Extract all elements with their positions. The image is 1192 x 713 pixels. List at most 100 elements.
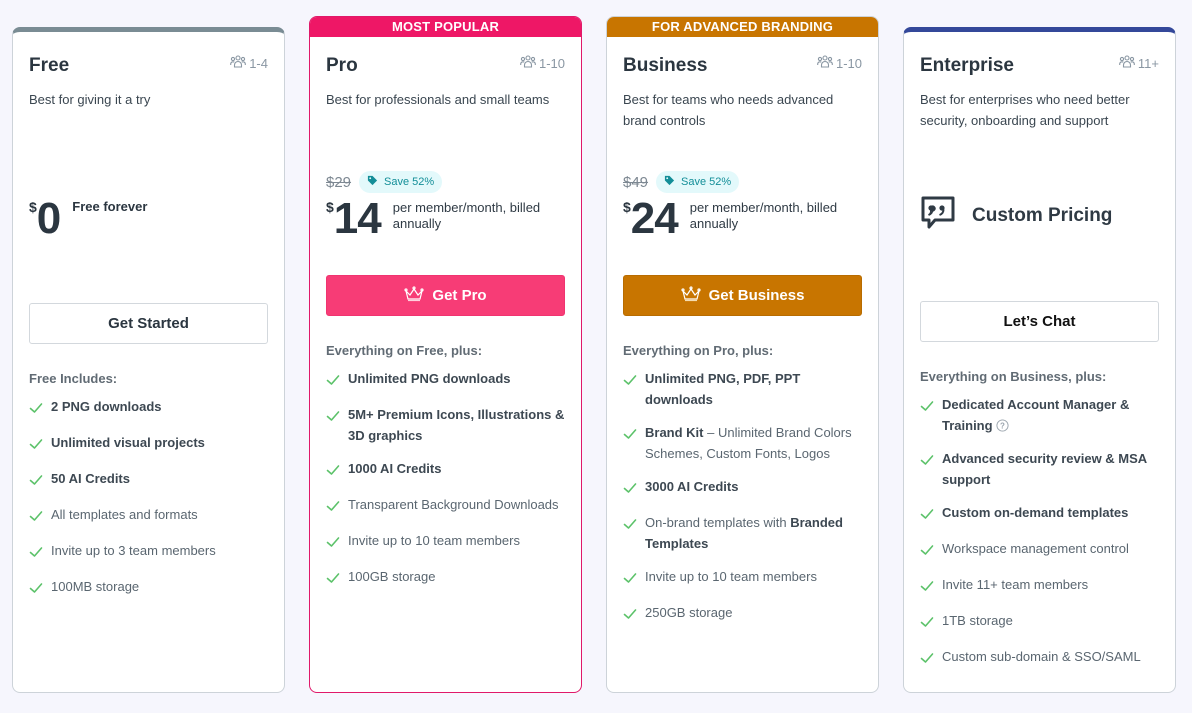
feature-item: Advanced security review & MSA support: [920, 448, 1159, 490]
check-icon: [623, 425, 637, 464]
crown-icon: [404, 285, 425, 306]
check-icon: [29, 507, 43, 528]
plan-name: Pro: [326, 55, 358, 76]
plan-card-pro: MOST POPULAR Pro 1-10 Best for professio…: [309, 16, 582, 693]
feature-text: All templates and formats: [51, 504, 198, 528]
button-label: Let’s Chat: [1003, 313, 1076, 330]
team-size: 1-10: [817, 55, 862, 71]
check-icon: [623, 569, 637, 590]
check-icon: [29, 399, 43, 420]
price-note: per member/month, billed annually: [689, 200, 838, 231]
team-size-label: 1-4: [249, 55, 268, 71]
most-popular-banner: MOST POPULAR: [310, 17, 581, 37]
feature-item: Unlimited PNG, PDF, PPT downloads: [623, 368, 862, 410]
feature-item: 100MB storage: [29, 576, 268, 600]
check-icon: [920, 577, 934, 598]
feature-label: Unlimited visual projects: [51, 435, 205, 450]
feature-list: Dedicated Account Manager & Training? Adv…: [920, 394, 1159, 670]
tag-icon: [664, 175, 675, 189]
feature-label: 1TB storage: [942, 613, 1013, 628]
check-icon: [326, 461, 340, 482]
tag-icon: [367, 175, 378, 189]
feature-text: 3000 AI Credits: [645, 476, 738, 500]
button-label: Get Pro: [432, 287, 487, 304]
feature-label: Unlimited PNG, PDF, PPT downloads: [645, 371, 801, 407]
feature-label: 2 PNG downloads: [51, 399, 162, 414]
feature-item: 1000 AI Credits: [326, 458, 565, 482]
team-size-label: 1-10: [538, 55, 565, 71]
feature-item: 3000 AI Credits: [623, 476, 862, 500]
feature-item: On-brand templates with Branded Template…: [623, 512, 862, 554]
price-area: $29 Save 52% $ 14 per member/month, bill…: [326, 169, 565, 273]
plan-name: Enterprise: [920, 55, 1014, 76]
feature-item: Invite 11+ team members: [920, 574, 1159, 598]
team-size-label: 11+: [1137, 55, 1159, 71]
feature-label: 100MB storage: [51, 579, 140, 594]
check-icon: [623, 605, 637, 626]
feature-label: Invite up to 3 team members: [51, 543, 216, 558]
get-business-button[interactable]: Get Business: [623, 275, 862, 316]
feature-label: Custom on-demand templates: [942, 505, 1129, 520]
features-title: Everything on Pro, plus:: [623, 343, 774, 358]
feature-text: Invite up to 10 team members: [348, 530, 520, 554]
price-note: per member/month, billed annually: [392, 200, 541, 231]
plan-description: Best for enterprises who need better sec…: [920, 92, 1130, 128]
get-started-button[interactable]: Get Started: [29, 303, 268, 344]
save-label: Save 52%: [681, 176, 732, 188]
feature-text: On-brand templates with Branded Template…: [645, 512, 862, 554]
check-icon: [326, 533, 340, 554]
check-icon: [920, 451, 934, 490]
feature-item: Brand Kit – Unlimited Brand Colors Schem…: [623, 422, 862, 464]
features-title: Everything on Business, plus:: [920, 369, 1107, 384]
team-icon: [230, 55, 247, 71]
feature-item: Custom on-demand templates: [920, 502, 1159, 526]
feature-label: 50 AI Credits: [51, 471, 130, 486]
check-icon: [623, 515, 637, 554]
feature-item: Unlimited PNG downloads: [326, 368, 565, 392]
feature-text: Custom sub-domain & SSO/SAML: [942, 646, 1141, 670]
check-icon: [623, 479, 637, 500]
feature-label: Unlimited PNG downloads: [348, 371, 511, 386]
team-size: 1-4: [230, 55, 268, 71]
feature-text: Brand Kit – Unlimited Brand Colors Schem…: [645, 422, 862, 464]
feature-item: 50 AI Credits: [29, 468, 268, 492]
feature-highlight: Brand Kit: [645, 425, 704, 440]
check-icon: [326, 497, 340, 518]
team-icon: [520, 55, 536, 71]
feature-label: Transparent Background Downloads: [348, 497, 559, 512]
help-icon[interactable]: ?: [996, 417, 1009, 432]
check-icon: [920, 649, 934, 670]
feature-text: Unlimited PNG downloads: [348, 368, 511, 392]
price-area: Custom Pricing: [920, 195, 1159, 299]
plan-description: Best for giving it a try: [29, 92, 151, 107]
feature-label: Dedicated Account Manager & Training: [942, 397, 1130, 433]
features-title: Free Includes:: [29, 371, 118, 386]
svg-text:?: ?: [1000, 421, 1005, 430]
lets-chat-button[interactable]: Let’s Chat: [920, 301, 1159, 342]
team-size: 11+: [1119, 55, 1159, 71]
feature-label: Invite up to 10 team members: [348, 533, 520, 548]
original-price: $49: [623, 173, 649, 191]
currency-symbol: $: [623, 199, 631, 215]
feature-item: 1TB storage: [920, 610, 1159, 634]
save-badge: Save 52%: [359, 171, 443, 193]
feature-label: 100GB storage: [348, 569, 436, 584]
feature-item: Transparent Background Downloads: [326, 494, 565, 518]
get-pro-button[interactable]: Get Pro: [326, 275, 565, 316]
plan-card-enterprise: Enterprise 11+ Best for enterprises who …: [903, 27, 1176, 693]
feature-label: Invite up to 10 team members: [645, 569, 817, 584]
feature-label: 250GB storage: [645, 605, 733, 620]
feature-text: Unlimited PNG, PDF, PPT downloads: [645, 368, 862, 410]
feature-text: Advanced security review & MSA support: [942, 448, 1159, 490]
feature-item: 250GB storage: [623, 602, 862, 626]
feature-item: Custom sub-domain & SSO/SAML: [920, 646, 1159, 670]
check-icon: [326, 371, 340, 392]
check-icon: [920, 397, 934, 436]
feature-text: Invite up to 3 team members: [51, 540, 216, 564]
price-note: Free forever: [72, 199, 148, 214]
feature-item: Invite up to 3 team members: [29, 540, 268, 564]
feature-text: 50 AI Credits: [51, 468, 130, 492]
save-badge: Save 52%: [656, 171, 740, 193]
feature-label: Workspace management control: [942, 541, 1129, 556]
check-icon: [920, 505, 934, 526]
